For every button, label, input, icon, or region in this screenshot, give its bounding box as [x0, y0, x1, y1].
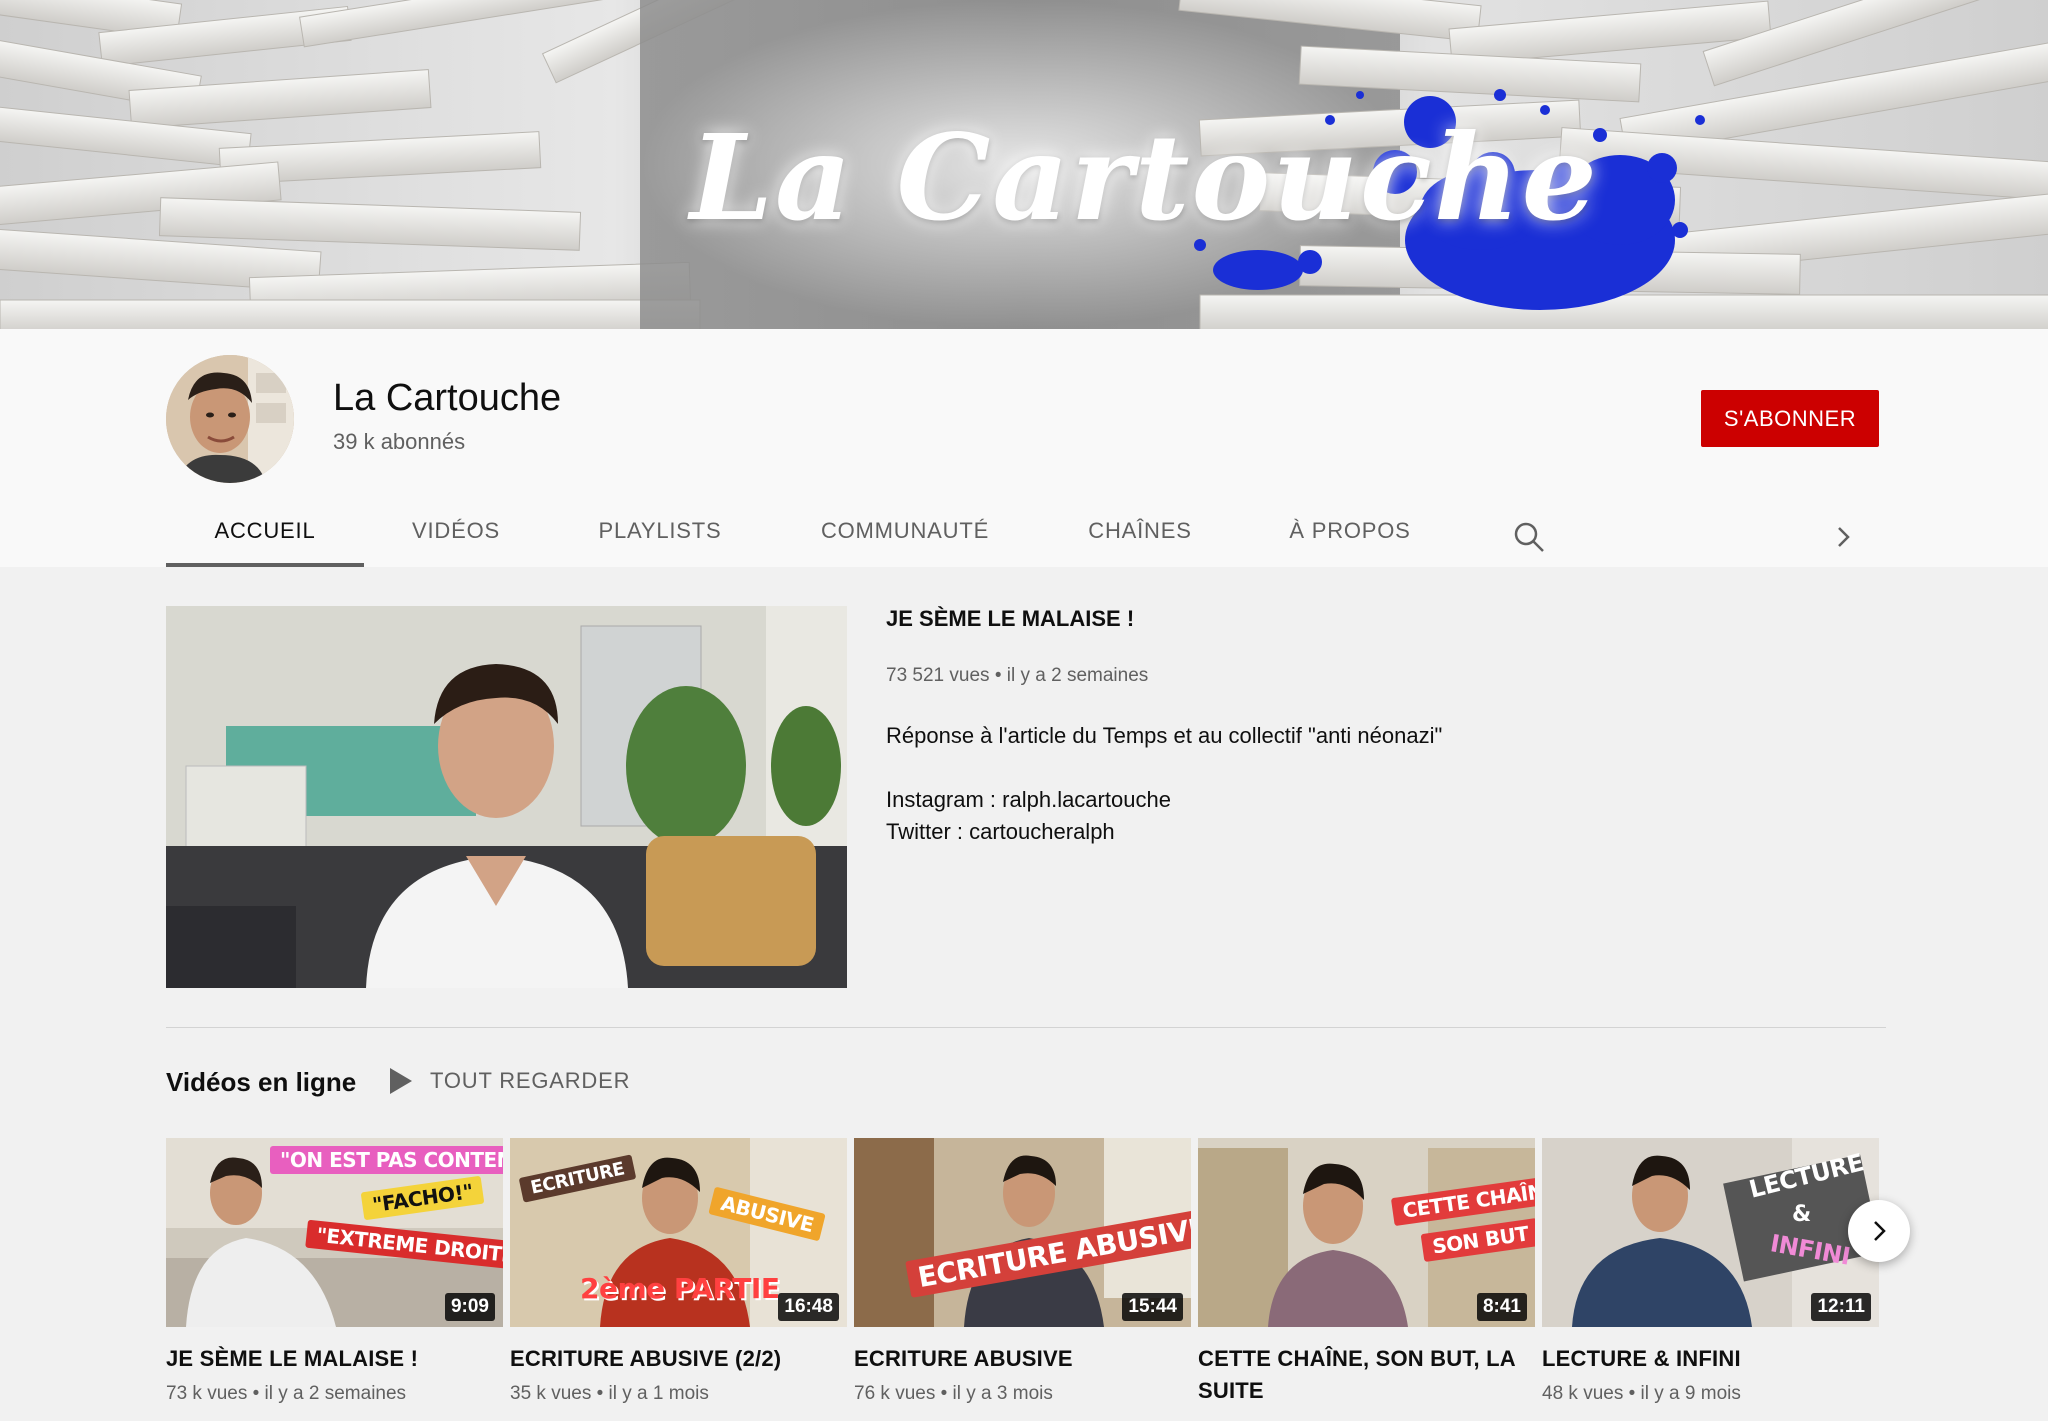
- video-thumbnail[interactable]: "ON EST PAS CONTENTS !" "FACHO!" "EXTREM…: [166, 1138, 503, 1327]
- video-meta: 48 k vues • il y a 9 mois: [1542, 1383, 1879, 1405]
- tab-chaines[interactable]: CHAÎNES: [1050, 495, 1230, 567]
- play-all-button[interactable]: TOUT REGARDER: [390, 1068, 630, 1094]
- video-thumbnail[interactable]: ECRITURE ABUSIVE 15:44: [854, 1138, 1191, 1327]
- description-line: Instagram : ralph.lacartouche: [886, 787, 1171, 812]
- video-age: il y a 2 semaines: [264, 1383, 407, 1404]
- shelf-next-button[interactable]: [1848, 1200, 1910, 1262]
- video-age: il y a 3 mois: [952, 1383, 1053, 1404]
- chevron-right-icon: [1874, 1221, 1886, 1241]
- video-duration: 8:41: [1476, 1293, 1527, 1321]
- video-duration: 15:44: [1122, 1293, 1183, 1321]
- search-icon[interactable]: [1512, 520, 1546, 554]
- meta-separator: •: [935, 1383, 953, 1404]
- shelf-title[interactable]: Vidéos en ligne: [166, 1067, 356, 1098]
- video-card[interactable]: CETTE CHAÎNE SON BUT 8:41 CETTE CHAÎNE, …: [1198, 1138, 1535, 1407]
- description-line: [886, 752, 1786, 784]
- tab-videos[interactable]: VIDÉOS: [366, 495, 546, 567]
- meta-separator: •: [994, 665, 1007, 686]
- featured-video-title[interactable]: JE SÈME LE MALAISE !: [886, 606, 1134, 632]
- video-views: 76 k vues: [854, 1383, 936, 1404]
- thumbnail-caption: 2ème PARTIE: [580, 1272, 780, 1305]
- video-age: il y a 9 mois: [1640, 1383, 1741, 1404]
- video-title[interactable]: CETTE CHAÎNE, SON BUT, LA SUITE: [1198, 1343, 1535, 1407]
- play-all-label: TOUT REGARDER: [430, 1068, 631, 1093]
- video-meta: 35 k vues • il y a 1 mois: [510, 1383, 847, 1405]
- video-views: 35 k vues: [510, 1383, 592, 1404]
- video-title[interactable]: JE SÈME LE MALAISE !: [166, 1343, 503, 1375]
- active-tab-indicator: [166, 563, 364, 567]
- channel-header: La Cartouche 39 k abonnés S'ABONNER ACCU…: [0, 329, 2048, 567]
- featured-thumbnail-image: [166, 606, 847, 988]
- video-duration: 12:11: [1811, 1293, 1871, 1321]
- description-line: Réponse à l'article du Temps et au colle…: [886, 723, 1443, 748]
- video-meta: 73 k vues • il y a 2 semaines: [166, 1383, 503, 1405]
- featured-video-description: Réponse à l'article du Temps et au colle…: [886, 720, 1786, 848]
- video-title[interactable]: ECRITURE ABUSIVE (2/2): [510, 1343, 847, 1375]
- tab-accueil[interactable]: ACCUEIL: [166, 495, 364, 567]
- video-duration: 16:48: [778, 1293, 839, 1321]
- channel-banner: La Cartouche: [0, 0, 2048, 329]
- video-thumbnail[interactable]: ECRITURE ABUSIVE 2ème PARTIE 16:48: [510, 1138, 847, 1327]
- section-divider: [166, 1027, 1886, 1028]
- chevron-right-icon[interactable]: [1826, 520, 1860, 554]
- thumbnail-caption: "ON EST PAS CONTENTS !": [270, 1146, 503, 1174]
- video-age: il y a 1 mois: [608, 1383, 709, 1404]
- featured-age: il y a 2 semaines: [1006, 665, 1149, 686]
- tab-playlists[interactable]: PLAYLISTS: [560, 495, 760, 567]
- meta-separator: •: [1623, 1383, 1641, 1404]
- banner-logo-text: La Cartouche: [690, 108, 1599, 247]
- video-views: 73 k vues: [166, 1383, 248, 1404]
- video-thumbnail[interactable]: CETTE CHAÎNE SON BUT 8:41: [1198, 1138, 1535, 1327]
- tab-communaute[interactable]: COMMUNAUTÉ: [790, 495, 1020, 567]
- video-card[interactable]: ECRITURE ABUSIVE 2ème PARTIE 16:48 ECRIT…: [510, 1138, 847, 1405]
- featured-views: 73 521 vues: [886, 665, 990, 686]
- video-title[interactable]: ECRITURE ABUSIVE: [854, 1343, 1191, 1375]
- video-duration: 9:09: [444, 1293, 495, 1321]
- video-card[interactable]: "ON EST PAS CONTENTS !" "FACHO!" "EXTREM…: [166, 1138, 503, 1405]
- subscribe-button[interactable]: S'ABONNER: [1701, 390, 1879, 447]
- video-thumbnail[interactable]: LECTURE & INFINI 12:11: [1542, 1138, 1879, 1327]
- video-card[interactable]: ECRITURE ABUSIVE 15:44 ECRITURE ABUSIVE …: [854, 1138, 1191, 1405]
- play-all-icon: [390, 1068, 412, 1094]
- avatar-image: [166, 355, 294, 483]
- video-views: 48 k vues: [1542, 1383, 1624, 1404]
- thumbnail-caption: &: [1792, 1202, 1811, 1227]
- meta-separator: •: [591, 1383, 609, 1404]
- featured-video-thumbnail[interactable]: [166, 606, 847, 988]
- book-stack-left: [0, 0, 739, 329]
- channel-name: La Cartouche: [333, 377, 562, 419]
- video-card[interactable]: LECTURE & INFINI 12:11 LECTURE & INFINI …: [1542, 1138, 1879, 1405]
- meta-separator: •: [247, 1383, 265, 1404]
- featured-video-meta: 73 521 vues • il y a 2 semaines: [886, 665, 1148, 687]
- channel-avatar[interactable]: [166, 355, 294, 483]
- subscriber-count: 39 k abonnés: [333, 429, 466, 454]
- video-meta: 76 k vues • il y a 3 mois: [854, 1383, 1191, 1405]
- tab-a-propos[interactable]: À PROPOS: [1255, 495, 1445, 567]
- description-line: Twitter : cartoucheralph: [886, 819, 1115, 844]
- video-title[interactable]: LECTURE & INFINI: [1542, 1343, 1879, 1375]
